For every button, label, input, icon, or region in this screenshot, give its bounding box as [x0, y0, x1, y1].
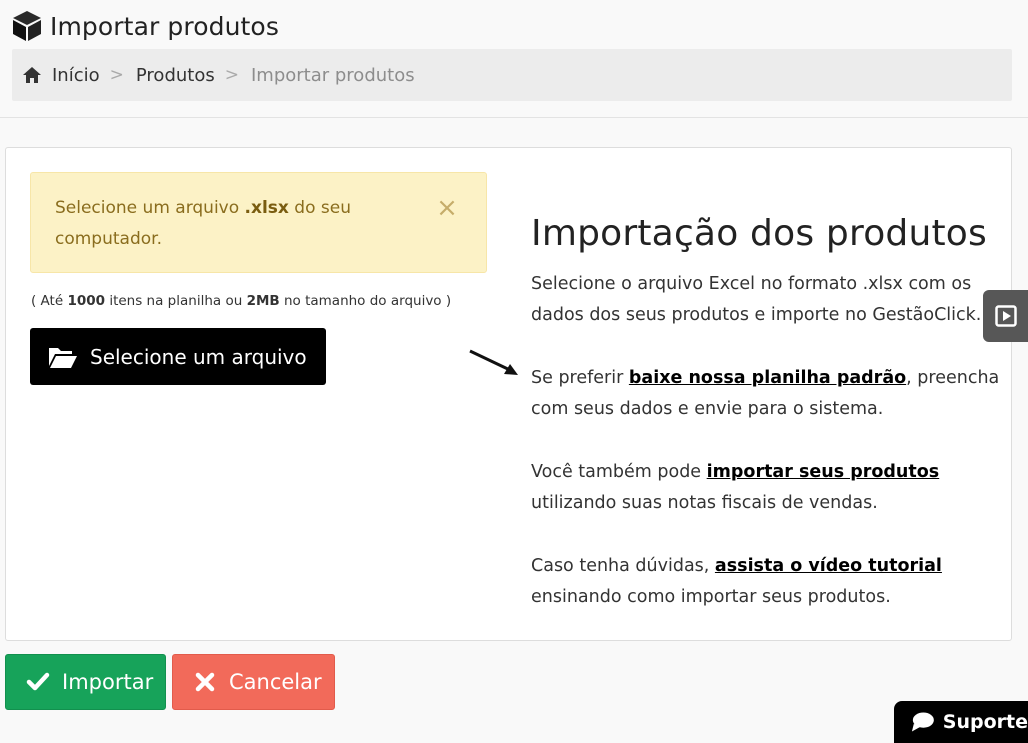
breadcrumb-separator: >: [224, 65, 239, 85]
p4-after: ensinando como importar seus produtos.: [531, 587, 891, 607]
import-from-invoices-link[interactable]: importar seus produtos: [707, 462, 940, 482]
p3-after: utilizando suas notas fiscais de vendas.: [531, 493, 878, 513]
limit-note-part1: ( Até: [31, 293, 68, 309]
download-template-link[interactable]: baixe nossa planilha padrão: [629, 368, 906, 388]
import-info: Importação dos produtos Selecione o arqu…: [531, 208, 1001, 613]
cancel-button[interactable]: Cancelar: [172, 654, 335, 710]
video-side-tab[interactable]: [983, 290, 1028, 342]
limit-note-part3: no tamanho do arquivo ): [279, 293, 452, 309]
close-icon: [195, 672, 215, 692]
page-header: Importar produtos Início > Produtos > Im…: [0, 0, 1028, 118]
limit-note-part2: itens na planilha ou: [105, 293, 247, 309]
alert-text-bold: .xlsx: [244, 198, 289, 218]
chat-bubble-icon: [911, 712, 934, 732]
alert-close-icon[interactable]: ×: [436, 195, 458, 221]
breadcrumb-home[interactable]: Início: [52, 65, 100, 86]
check-icon: [26, 672, 50, 691]
breadcrumb-separator: >: [109, 65, 124, 85]
page-title: Importar produtos: [50, 11, 279, 41]
select-file-label: Selecione um arquivo: [90, 344, 307, 369]
p3-before: Você também pode: [531, 462, 707, 482]
arrow-icon: [469, 349, 518, 375]
limit-items-count: 1000: [67, 293, 106, 309]
info-paragraph-2: Se preferir baixe nossa planilha padrão,…: [531, 363, 1001, 425]
import-card: Selecione um arquivo .xlsx do seu comput…: [5, 147, 1012, 641]
select-file-button[interactable]: Selecione um arquivo: [30, 328, 326, 385]
support-button[interactable]: Suporte: [894, 701, 1028, 743]
cancel-label: Cancelar: [229, 670, 322, 694]
info-heading: Importação dos produtos: [531, 213, 987, 254]
info-paragraph-3: Você também pode importar seus produtos …: [531, 457, 1001, 519]
limit-note: ( Até 1000 itens na planilha ou 2MB no t…: [31, 293, 451, 309]
title-row: Importar produtos: [12, 8, 279, 44]
breadcrumb-current: Importar produtos: [250, 64, 415, 86]
video-tutorial-link[interactable]: assista o vídeo tutorial: [715, 556, 942, 576]
play-icon: [995, 305, 1017, 327]
cube-icon: [13, 11, 41, 41]
import-button[interactable]: Importar: [5, 654, 166, 710]
file-alert: Selecione um arquivo .xlsx do seu comput…: [30, 172, 487, 273]
info-paragraph-4: Caso tenha dúvidas, assista o vídeo tuto…: [531, 551, 1001, 613]
breadcrumb-products[interactable]: Produtos: [136, 65, 215, 86]
alert-text-before: Selecione um arquivo: [55, 198, 245, 218]
folder-open-icon: [49, 347, 77, 368]
limit-size: 2MB: [246, 293, 280, 309]
info-paragraph-1: Selecione o arquivo Excel no formato .xl…: [531, 274, 982, 325]
p2-before: Se preferir: [531, 368, 629, 388]
p4-before: Caso tenha dúvidas,: [531, 556, 715, 576]
support-label: Suporte: [942, 711, 1028, 733]
import-label: Importar: [62, 670, 154, 694]
breadcrumb: Início > Produtos > Importar produtos: [12, 49, 1012, 101]
home-icon[interactable]: [22, 66, 42, 84]
